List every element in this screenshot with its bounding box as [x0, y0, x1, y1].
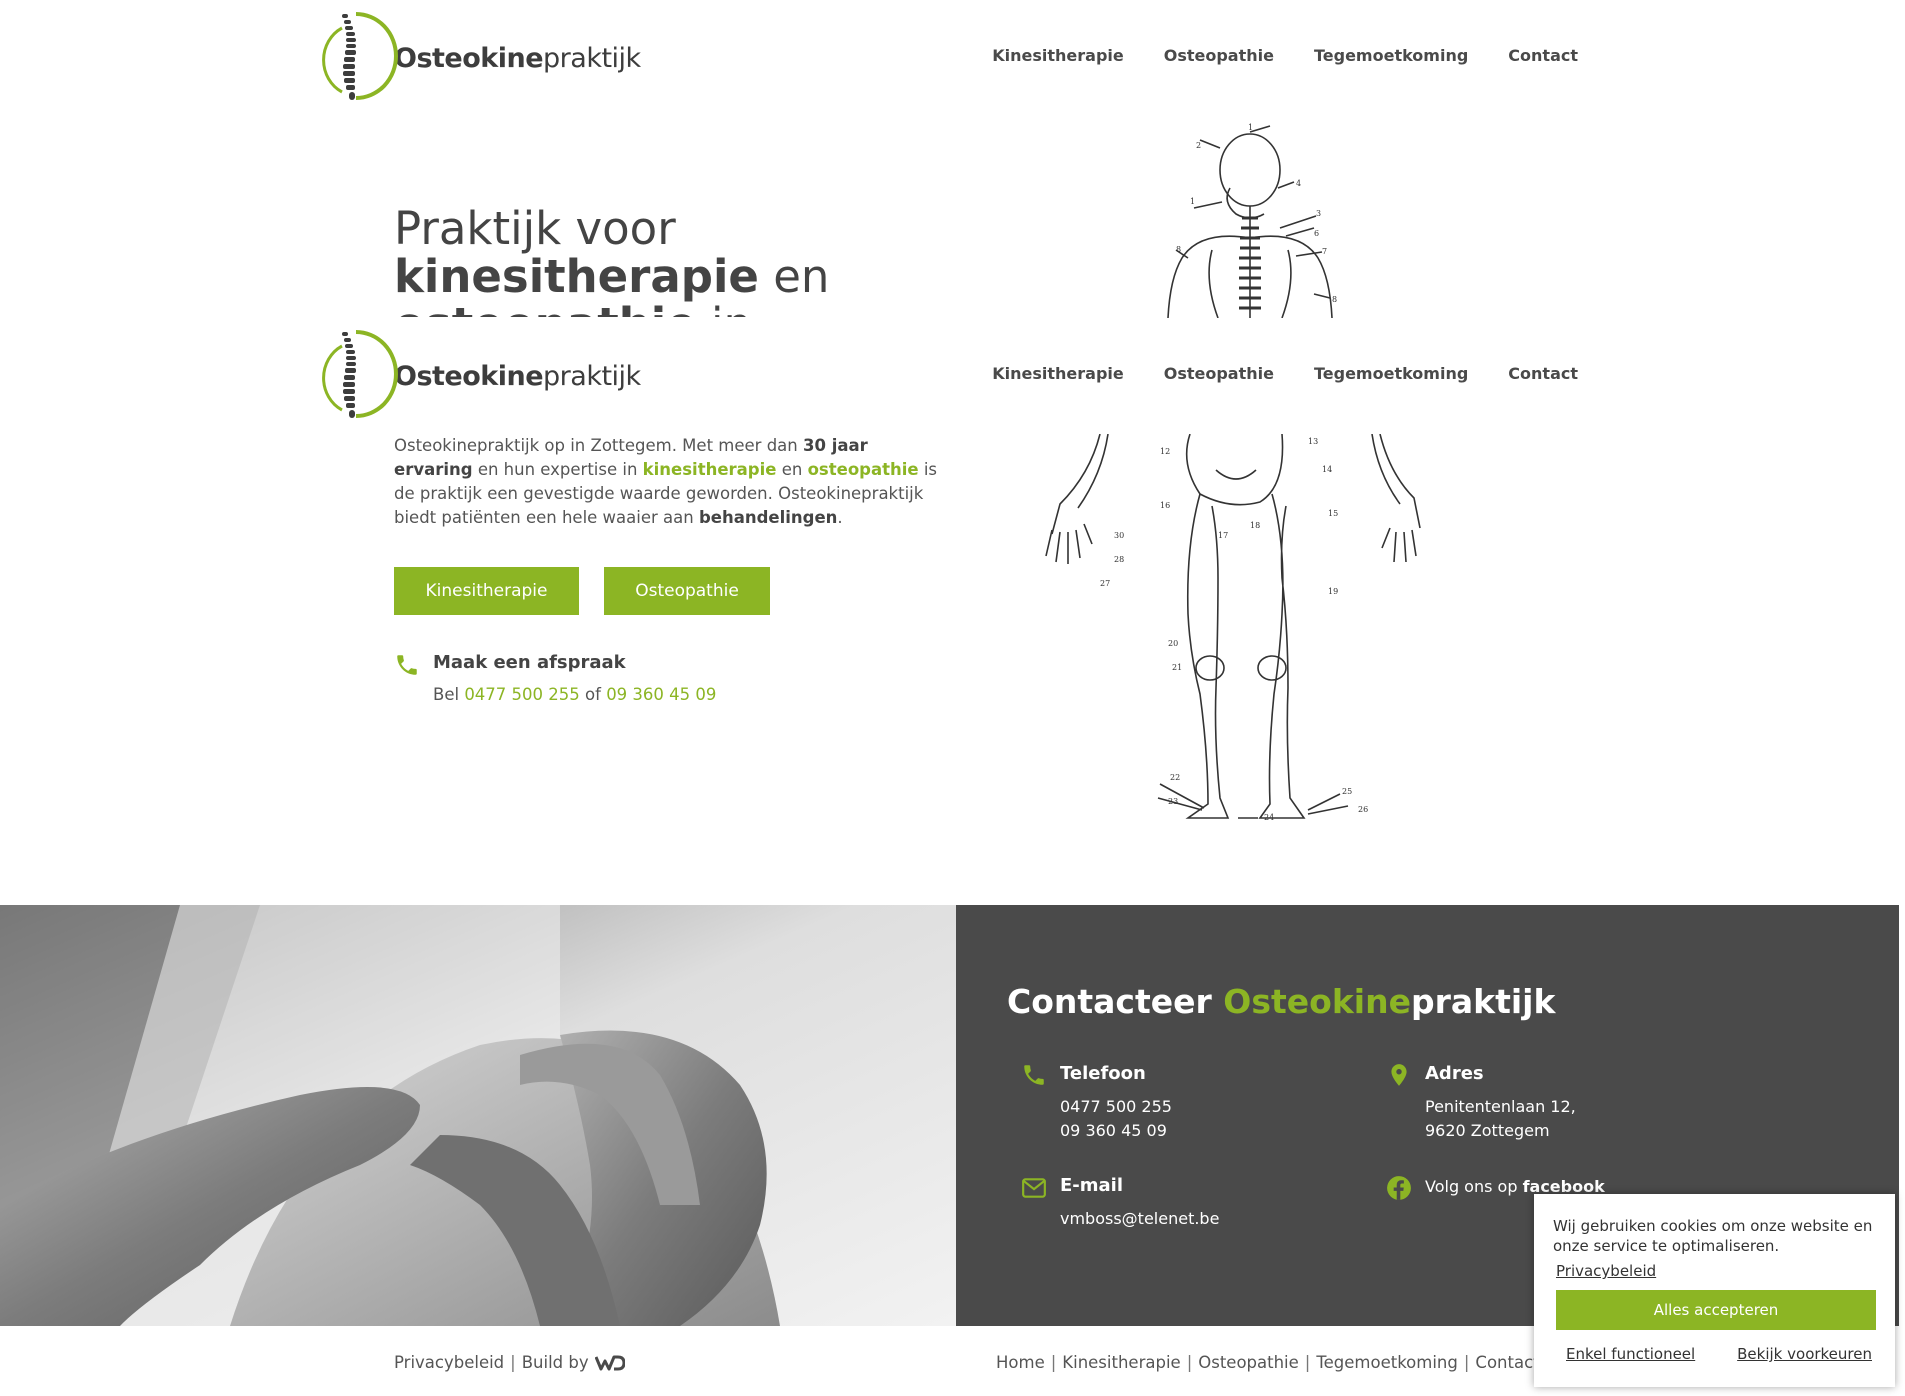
appointment-title: Maak een afspraak [433, 652, 626, 673]
cookie-privacy-link[interactable]: Privacybeleid [1556, 1262, 1656, 1280]
appointment-phone-landline[interactable]: 09 360 45 09 [606, 685, 716, 704]
skeleton-illustration-top: 1 2 1 4 3 67 8 8 [1167, 123, 1337, 318]
intro-link-osteopathie[interactable]: osteopathie [808, 460, 919, 479]
svg-text:25: 25 [1342, 787, 1352, 796]
osteopathie-button[interactable]: Osteopathie [604, 567, 770, 615]
svg-text:12: 12 [1160, 447, 1170, 456]
functional-only-button[interactable]: Enkel functioneel [1566, 1345, 1695, 1363]
phone-numbers: 0477 500 255 09 360 45 09 [1060, 1095, 1172, 1143]
nav-osteopathie[interactable]: Osteopathie [1164, 364, 1274, 383]
footer-nav: Home | Kinesitherapie | Osteopathie | Tegem… [996, 1353, 1540, 1372]
contact-title: Contacteer Osteokinepraktijk [1007, 982, 1556, 1021]
sticky-header: Osteokinepraktijk Kinesitherapie Osteopa… [0, 318, 1905, 428]
phone-heading: Telefoon [1060, 1063, 1146, 1084]
svg-text:19: 19 [1328, 587, 1338, 596]
cookie-banner: Wij gebruiken cookies om onze website en… [1534, 1194, 1895, 1387]
nav-kinesitherapie[interactable]: Kinesitherapie [992, 46, 1124, 65]
svg-text:7: 7 [1322, 247, 1327, 256]
footer-separator: | [1050, 1353, 1057, 1372]
sticky-nav: Kinesitherapie Osteopathie Tegemoetkomin… [992, 364, 1578, 383]
accept-all-cookies-button[interactable]: Alles accepteren [1556, 1290, 1876, 1330]
footer-left: Privacybeleid | Build by [394, 1353, 625, 1372]
svg-text:24: 24 [1264, 813, 1274, 822]
svg-text:18: 18 [1250, 521, 1260, 530]
logo-text: Osteokinepraktijk [394, 360, 641, 392]
footer-link-home[interactable]: Home [996, 1353, 1045, 1372]
hero-title-wrap: Praktijk voor kinesitherapie en osteopat… [0, 205, 900, 317]
svg-text:13: 13 [1308, 437, 1318, 446]
footer-separator: | [1463, 1353, 1470, 1372]
spine-logo-icon [322, 330, 398, 418]
main-nav: Kinesitherapie Osteopathie Tegemoetkomin… [992, 46, 1578, 65]
appointment-line: Bel 0477 500 255 of 09 360 45 09 [433, 685, 717, 704]
svg-text:22: 22 [1170, 773, 1180, 782]
nav-contact[interactable]: Contact [1508, 46, 1578, 65]
spine-logo-icon [322, 12, 398, 100]
svg-text:30: 30 [1114, 531, 1124, 540]
contact-phone-landline[interactable]: 09 360 45 09 [1060, 1121, 1167, 1140]
svg-text:3: 3 [1316, 209, 1321, 218]
facebook-icon [1387, 1176, 1411, 1200]
knee-treatment-image [0, 905, 956, 1326]
footer-link-tegemoetkoming[interactable]: Tegemoetkoming [1316, 1353, 1458, 1372]
email-heading: E-mail [1060, 1175, 1124, 1196]
nav-tegemoetkoming[interactable]: Tegemoetkoming [1314, 364, 1468, 383]
sticky-site-logo[interactable]: Osteokinepraktijk [312, 326, 641, 426]
nav-kinesitherapie[interactable]: Kinesitherapie [992, 364, 1124, 383]
logo-text: Osteokinepraktijk [394, 42, 641, 74]
kinesitherapie-button[interactable]: Kinesitherapie [394, 567, 579, 615]
svg-text:21: 21 [1172, 663, 1182, 672]
builder-logo-icon[interactable] [594, 1355, 625, 1371]
intro-link-kinesitherapie[interactable]: kinesitherapie [643, 460, 777, 479]
svg-text:8: 8 [1332, 295, 1337, 304]
svg-text:17: 17 [1218, 531, 1228, 540]
svg-text:4: 4 [1296, 179, 1301, 188]
footer-separator: | [1186, 1353, 1193, 1372]
nav-osteopathie[interactable]: Osteopathie [1164, 46, 1274, 65]
footer-privacy-link[interactable]: Privacybeleid [394, 1353, 504, 1372]
skeleton-illustration-bottom: 12 13 14 16 15 17 18 19 20 21 22 23 24 25 26 30 28 27 [1045, 434, 1421, 822]
phone-icon [1024, 1065, 1044, 1085]
footer-separator: | [510, 1353, 516, 1372]
view-preferences-button[interactable]: Bekijk voorkeuren [1737, 1345, 1872, 1363]
envelope-icon [1022, 1178, 1046, 1198]
footer-separator: | [1304, 1353, 1311, 1372]
svg-text:27: 27 [1100, 579, 1110, 588]
cookie-message: Wij gebruiken cookies om onze website en… [1553, 1217, 1873, 1255]
contact-email[interactable]: vmboss@telenet.be [1060, 1207, 1219, 1231]
svg-text:1: 1 [1248, 123, 1253, 132]
hero-title: Praktijk voor kinesitherapie en osteopat… [394, 205, 830, 317]
svg-text:14: 14 [1322, 465, 1332, 474]
build-by-label: Build by [521, 1353, 589, 1372]
address-heading: Adres [1425, 1063, 1484, 1084]
contact-phone-mobile[interactable]: 0477 500 255 [1060, 1097, 1172, 1116]
svg-text:20: 20 [1168, 639, 1178, 648]
svg-text:26: 26 [1358, 805, 1368, 814]
svg-text:2: 2 [1196, 141, 1201, 150]
footer-link-kinesitherapie[interactable]: Kinesitherapie [1062, 1353, 1180, 1372]
address-text: Penitentenlaan 12, 9620 Zottegem [1425, 1097, 1576, 1140]
nav-tegemoetkoming[interactable]: Tegemoetkoming [1314, 46, 1468, 65]
svg-text:6: 6 [1314, 229, 1319, 238]
footer-link-contact[interactable]: Contact [1475, 1353, 1539, 1372]
site-logo[interactable]: Osteokinepraktijk [312, 8, 641, 108]
map-pin-icon [1391, 1064, 1407, 1086]
nav-contact[interactable]: Contact [1508, 364, 1578, 383]
phone-icon [397, 655, 417, 675]
svg-text:28: 28 [1114, 555, 1124, 564]
hands-on-knee-photo [0, 905, 956, 1326]
svg-text:16: 16 [1160, 501, 1170, 510]
footer-link-osteopathie[interactable]: Osteopathie [1198, 1353, 1299, 1372]
svg-text:1: 1 [1190, 197, 1195, 206]
svg-text:15: 15 [1328, 509, 1338, 518]
site-header: Osteokinepraktijk Kinesitherapie Osteopa… [0, 0, 1905, 110]
intro-paragraph: Osteokinepraktijk op in Zottegem. Met me… [394, 436, 938, 527]
svg-text:23: 23 [1168, 797, 1178, 806]
svg-text:8: 8 [1176, 245, 1181, 254]
appointment-phone-mobile[interactable]: 0477 500 255 [464, 685, 579, 704]
